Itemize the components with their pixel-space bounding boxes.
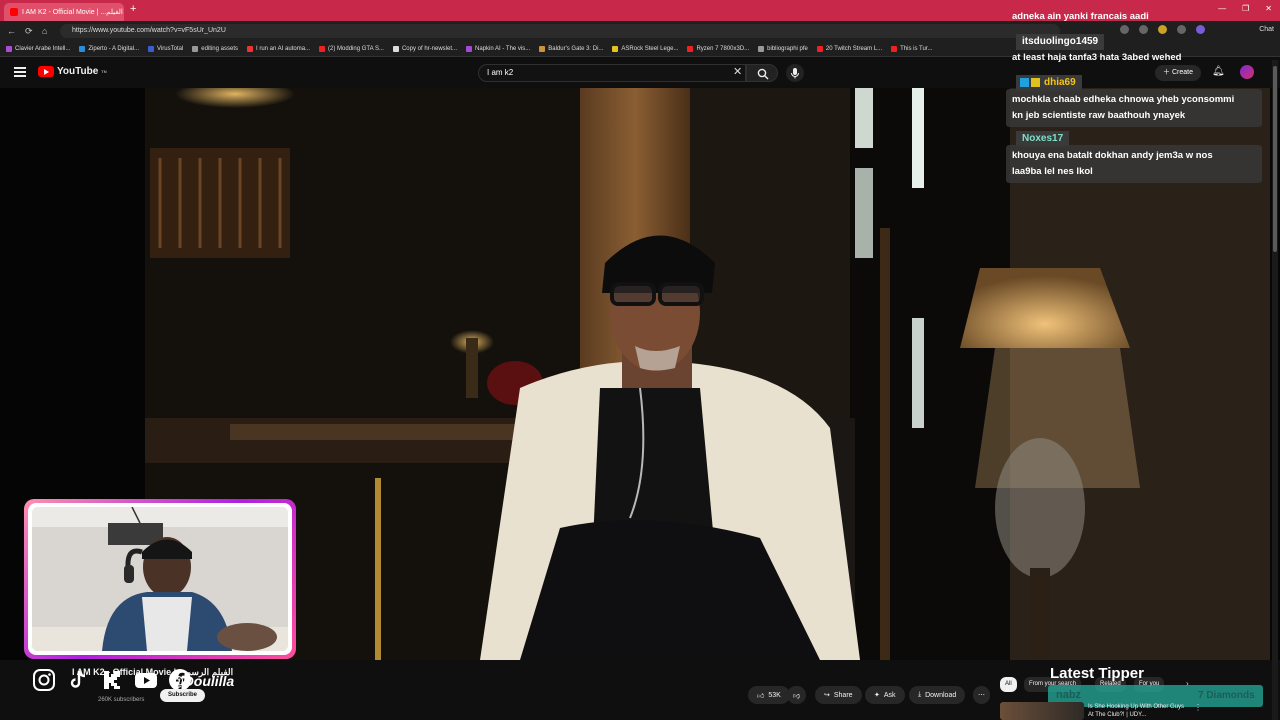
download-icon: ⤓ xyxy=(918,691,922,698)
window-controls: — ❐ ✕ xyxy=(1218,4,1272,13)
bookmark-item[interactable]: Copy of hr-newslet... xyxy=(392,45,457,52)
chat-message-line: mochkla chaab edheka chnowa yheb yconsom… xyxy=(1012,94,1235,105)
url-field[interactable]: https://www.youtube.com/watch?v=vF5sUr_U… xyxy=(60,24,1060,38)
latest-tipper-title: Latest Tipper xyxy=(1050,665,1144,682)
microphone-icon xyxy=(791,68,799,79)
bookmark-item[interactable]: 20 Twitch Stream L... xyxy=(816,45,882,52)
like-button[interactable]: 👍︎ 53K xyxy=(748,686,790,704)
bookmark-item[interactable]: Napkin AI - The vis... xyxy=(466,45,530,52)
badge-icon xyxy=(1020,77,1029,87)
subscriber-count: 260K subscribers xyxy=(98,697,145,703)
youtube-logo[interactable]: YouTube TN xyxy=(38,66,107,77)
create-button[interactable]: ＋ Create xyxy=(1155,65,1201,81)
search-input[interactable]: I am k2 xyxy=(478,64,746,82)
browser-chat-button[interactable]: Chat xyxy=(1259,26,1274,33)
minimize-icon[interactable]: — xyxy=(1218,4,1226,13)
share-button[interactable]: ↪ Share xyxy=(815,686,862,704)
streamer-webcam-frame xyxy=(24,499,296,659)
voice-search-button[interactable] xyxy=(786,64,804,82)
browser-tab[interactable]: I AM K2 - Official Movie | ...الفيلم ✕ xyxy=(4,3,124,21)
thumbs-up-icon: 👍︎ xyxy=(757,692,765,700)
youtube-icon xyxy=(135,673,157,688)
extension-icon[interactable] xyxy=(1120,25,1129,34)
bookmark-item[interactable]: I run an AI automa... xyxy=(247,45,310,52)
share-icon: ↪ xyxy=(824,692,830,699)
close-window-icon[interactable]: ✕ xyxy=(1265,4,1272,13)
instagram-icon xyxy=(33,669,55,691)
extension-icon[interactable] xyxy=(1177,25,1186,34)
bookmark-item[interactable]: Baldur's Gate 3: Di... xyxy=(539,45,603,52)
more-dots-icon: ⋯ xyxy=(978,692,985,699)
back-icon[interactable]: ← xyxy=(7,26,16,36)
bookmark-item[interactable]: Clavier Arabe Intell... xyxy=(6,45,70,52)
maximize-icon[interactable]: ❐ xyxy=(1242,4,1249,13)
clear-search-icon[interactable]: ✕ xyxy=(733,65,742,78)
chat-username: itsduolingo1459 xyxy=(1016,34,1105,50)
latest-tipper-amount: 7 Diamonds xyxy=(1198,690,1255,701)
bookmark-item[interactable]: This is Tur... xyxy=(891,45,932,52)
logo-country: TN xyxy=(101,69,107,74)
subscribe-button[interactable]: Subscribe xyxy=(160,689,206,702)
bookmark-item[interactable]: ASRock Steel Lege... xyxy=(612,45,678,52)
ask-button[interactable]: ✦ Ask xyxy=(865,686,905,704)
chat-message: adneka ain yanki francais aadi xyxy=(1012,11,1149,22)
sparkle-icon: ✦ xyxy=(874,692,880,699)
hamburger-menu-icon[interactable] xyxy=(14,67,26,77)
notifications-bell-icon[interactable]: 🔔︎ xyxy=(1212,66,1225,77)
dislike-button[interactable]: 👎︎ xyxy=(787,686,807,704)
home-icon[interactable]: ⌂ xyxy=(42,26,47,36)
search-icon xyxy=(757,68,769,80)
chat-message: at least haja tanfa3 hata 3abed wehed xyxy=(1012,52,1182,63)
like-count: 53K xyxy=(768,691,781,699)
recommendation-title[interactable]: Is She Hooking Up With Other Guys At The… xyxy=(1088,703,1188,719)
reload-icon[interactable]: ⟳ xyxy=(25,26,33,37)
recommendation-thumbnail[interactable] xyxy=(1000,702,1084,720)
profile-icon[interactable] xyxy=(1196,25,1205,34)
badge-icon xyxy=(1031,77,1040,87)
thumbs-down-icon: 👎︎ xyxy=(793,692,801,700)
youtube-favicon-icon xyxy=(10,8,18,16)
kick-icon xyxy=(104,671,120,689)
logo-text: YouTube xyxy=(57,66,99,77)
bookmark-item[interactable]: Ziperto - A Digital... xyxy=(79,45,139,52)
chat-message-line: laa9ba lel nes lkol xyxy=(1012,166,1093,177)
chip-all[interactable]: All xyxy=(1000,677,1017,692)
latest-tipper-name: nabz xyxy=(1056,689,1082,701)
bookmark-item[interactable]: bibliographi pfe xyxy=(758,45,808,52)
scrollbar-thumb[interactable] xyxy=(1273,66,1277,252)
extension-icon[interactable] xyxy=(1158,25,1167,34)
download-button[interactable]: ⤓ Download xyxy=(909,686,966,704)
tab-title: I AM K2 - Official Movie | ...الفيلم xyxy=(22,9,123,16)
bookmark-item[interactable]: editing assets xyxy=(192,45,238,52)
youtube-play-icon xyxy=(38,66,54,77)
tiktok-icon xyxy=(70,670,86,688)
account-avatar[interactable] xyxy=(1240,65,1254,79)
chat-message-line: kn jeb scientiste raw baathouh ynayek xyxy=(1012,110,1186,121)
extension-icon[interactable] xyxy=(1139,25,1148,34)
more-actions-button[interactable]: ⋯ xyxy=(973,686,990,704)
recommendation-more-icon[interactable]: ⋮ xyxy=(1194,703,1202,712)
streamer-handle: @Doulilla xyxy=(170,673,235,689)
extensions-area xyxy=(1120,25,1205,34)
chat-message-line: khouya ena batalt dokhan andy jem3a w no… xyxy=(1012,150,1213,161)
search-button[interactable] xyxy=(746,64,778,82)
bookmark-item[interactable]: (2) Modding GTA S... xyxy=(319,45,384,52)
webcam-feed xyxy=(32,507,288,651)
bookmark-item[interactable]: Ryzen 7 7800x3D... xyxy=(687,45,749,52)
bookmark-item[interactable]: VirusTotal xyxy=(148,45,183,52)
new-tab-button[interactable]: + xyxy=(130,3,136,15)
